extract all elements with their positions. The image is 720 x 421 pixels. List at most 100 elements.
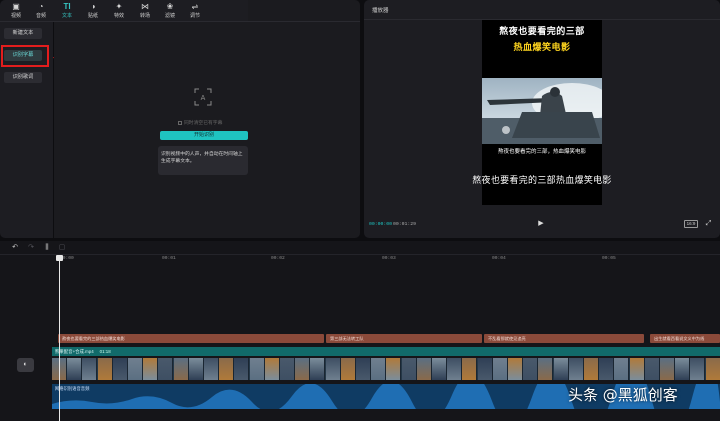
aspect-ratio-button[interactable]: 16:9 [684,220,698,228]
sticker-icon: ◑ [90,2,96,11]
video-thumbnail [234,358,250,380]
audio-icon: ◔ [38,2,44,11]
video-thumbnail [690,358,706,380]
effects-icon: ✦ [115,2,123,11]
video-thumbnail [371,358,387,380]
subtitle-clip[interactable]: 熬夜也要看完的三部热血爆笑电影 [58,334,324,343]
toolbar-tab-effects[interactable]: ✦ 特效 [108,2,130,21]
tick-label: 00:02 [271,256,285,261]
media-toolbar: ▣ 视频 ◔ 音频 TI 文本 ◑ 贴纸 ✦ 特效 ⋈ 转场 ❀ 滤镜 ⇌ 调节 [0,0,248,22]
video-thumbnail [705,358,720,380]
new-text-button[interactable]: 新建文本 [4,28,42,39]
audio-track-clip[interactable]: 熊果配音+合成.mp4 01:18 [52,347,720,356]
video-thumbnail [614,358,630,380]
video-thumbnail [325,358,341,380]
track-cover-icon[interactable]: ◐ [17,358,34,372]
video-thumbnail [584,358,599,380]
video-thumbnail [173,358,189,380]
video-thumbnail [386,358,402,380]
player-title: 播放器 [372,8,389,14]
player-panel: 播放器 熬夜也要看完的三部 热血爆笑电影 熬夜也要看完的三部，热血爆笑电影 00… [364,0,720,238]
toolbar-spacer [248,0,360,22]
adjust-icon: ⇌ [191,2,199,11]
tick-label: 00:03 [382,256,396,261]
video-thumbnail [553,358,569,380]
toolbar-tab-transition[interactable]: ⋈ 转场 [134,2,156,21]
video-thumbnail [568,358,584,380]
transition-icon: ⋈ [141,2,149,11]
subtitle-clip[interactable]: 不乱看那就使见追亮 [484,334,644,343]
toolbar-tab-text[interactable]: TI 文本 [56,2,78,21]
video-thumbnail [356,358,371,380]
watermark: 头条 @黑狐创客 [568,386,678,404]
recognize-lyrics-button[interactable]: 识别歌词 [4,72,42,83]
recognize-subtitles-panel [54,22,360,238]
video-track-clip[interactable] [52,358,720,380]
toolbar-tab-sticker[interactable]: ◑ 贴纸 [82,2,104,21]
video-thumbnail [204,358,219,380]
video-title-line2: 热血爆笑电影 [513,43,571,53]
checkbox[interactable] [178,120,182,125]
text-icon: TI [63,2,71,11]
video-thumbnail [629,358,645,380]
redo-icon[interactable]: ↷ [26,243,36,253]
video-thumbnail [660,358,675,380]
clear-existing-subtitles-option[interactable]: 同时清空已有字幕 [178,119,222,126]
fullscreen-icon[interactable]: ⤢ [704,219,713,228]
video-thumbnail [432,358,447,380]
video-thumbnail [158,358,174,380]
video-thumbnail [188,358,204,380]
toolbar-tab-audio[interactable]: ◔ 音频 [30,2,52,21]
current-time: 00:00:00 [369,222,393,227]
video-thumbnail [447,358,463,380]
svg-text:A: A [201,95,206,102]
start-recognition-button[interactable]: 开始识别 [160,131,248,140]
video-thumbnail [675,358,691,380]
video-thumbnail [462,358,478,380]
tick-label: 00:01 [162,256,176,261]
time-ruler[interactable]: 00:00 00:01 00:02 00:03 00:04 00:05 [52,255,720,265]
tick-label: 00:05 [602,256,616,261]
play-icon[interactable]: ▶ [536,219,546,229]
video-thumbnail [492,358,508,380]
subtitle-clip[interactable]: 第三部无法转工队 [326,334,482,343]
video-frame [482,78,602,144]
toolbar-tab-adjust[interactable]: ⇌ 调节 [184,2,206,21]
subtitle-clip[interactable]: 出生就看西看说文义中为线 [650,334,720,343]
toolbar-tab-filter[interactable]: ❀ 滤镜 [159,2,181,21]
video-thumbnail [82,358,98,380]
video-thumbnail [264,358,280,380]
filter-icon: ❀ [166,2,174,11]
video-icon: ▣ [12,2,20,11]
video-thumbnail [219,358,235,380]
undo-icon[interactable]: ↶ [10,243,20,253]
video-thumbnail [340,358,356,380]
video-title-line1: 熬夜也要看完的三部 [499,27,585,37]
playhead[interactable] [59,255,60,421]
video-thumbnail [97,358,113,380]
highlight-annotation-box [1,45,49,67]
tick-label: 00:04 [492,256,506,261]
video-thumbnail [644,358,660,380]
split-icon[interactable]: ⫼ [42,243,52,253]
timeline-toolbar: ↶ ↷ ⫼ ▢ [0,241,720,255]
video-thumbnail [508,358,523,380]
video-thumbnail [523,358,539,380]
player-controls: 00:00:00 00:01:29 ▶ 16:9 ⤢ [364,205,720,238]
delete-icon[interactable]: ▢ [57,243,67,253]
video-thumbnail [416,358,432,380]
video-thumbnail [310,358,326,380]
recognition-description: 识别视频中的人声，并自动在时间轴上生成字幕文本。 [158,146,248,175]
video-thumbnail [112,358,128,380]
video-thumbnail [67,358,83,380]
video-caption: 熬夜也要看完的三部，热血爆笑电影 [497,149,586,155]
video-thumbnail [401,358,417,380]
subtitle-recognition-icon: A [194,88,212,106]
video-thumbnail [249,358,265,380]
video-thumbnail [477,358,493,380]
video-thumbnail [280,358,295,380]
video-thumbnail [143,358,159,380]
toolbar-tab-video[interactable]: ▣ 视频 [5,2,27,21]
video-thumbnail [599,358,615,380]
video-thumbnail [538,358,554,380]
